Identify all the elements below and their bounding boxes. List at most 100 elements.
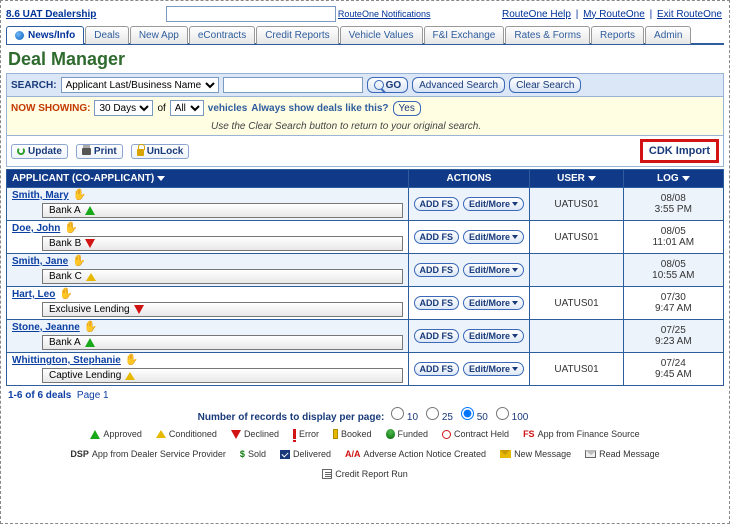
table-row: Whittington, Stephanie ✋ Captive Lending A…	[7, 353, 724, 386]
user-cell	[530, 254, 623, 287]
applicant-link[interactable]: Doe, John	[12, 223, 60, 234]
tab-econtracts[interactable]: eContracts	[189, 26, 255, 44]
search-icon	[374, 80, 384, 90]
notifications-link[interactable]: RouteOne Notifications	[338, 9, 431, 19]
now-showing-bar: NOW SHOWING: 30 Days of All vehicles Alw…	[6, 97, 724, 136]
my-routeone-link[interactable]: My RouteOne	[583, 9, 645, 20]
declined-icon	[85, 239, 95, 248]
user-cell	[530, 320, 623, 353]
add-fs-button[interactable]: ADD FS	[414, 296, 460, 310]
tab-rates-forms[interactable]: Rates & Forms	[505, 26, 590, 44]
hand-icon: ✋	[59, 289, 73, 300]
tab-credit-reports[interactable]: Credit Reports	[256, 26, 338, 44]
bank-chip[interactable]: Bank A	[42, 203, 403, 218]
edit-more-button[interactable]: Edit/More	[463, 362, 524, 376]
add-fs-button[interactable]: ADD FS	[414, 263, 460, 277]
go-button[interactable]: GO	[367, 77, 409, 93]
edit-more-button[interactable]: Edit/More	[463, 296, 524, 310]
applicant-link[interactable]: Hart, Leo	[12, 289, 55, 300]
edit-more-button[interactable]: Edit/More	[463, 263, 524, 277]
log-cell: 07/249:45 AM	[623, 353, 723, 386]
sort-icon	[682, 176, 690, 181]
now-showing-label: NOW SHOWING:	[11, 103, 90, 114]
edit-more-button[interactable]: Edit/More	[463, 197, 524, 211]
applicant-link[interactable]: Whittington, Stephanie	[12, 355, 121, 366]
booked-icon	[333, 429, 338, 439]
funded-icon	[386, 429, 395, 439]
clear-search-hint: Use the Clear Search button to return to…	[11, 121, 719, 132]
tab-f-i-exchange[interactable]: F&I Exchange	[424, 26, 505, 44]
lock-icon	[137, 149, 144, 156]
bank-chip[interactable]: Bank A	[42, 335, 403, 350]
approved-icon	[85, 206, 95, 215]
tab-new-app[interactable]: New App	[130, 26, 188, 44]
chevron-down-icon	[512, 334, 518, 338]
add-fs-button[interactable]: ADD FS	[414, 329, 460, 343]
records-option-25[interactable]: 25	[426, 412, 453, 423]
col-applicant[interactable]: APPLICANT (CO-APPLICANT)	[7, 170, 409, 188]
applicant-link[interactable]: Stone, Jeanne	[12, 322, 80, 333]
search-label: SEARCH:	[11, 80, 57, 91]
clear-search-button[interactable]: Clear Search	[509, 77, 581, 93]
approved-icon	[85, 338, 95, 347]
read-message-icon	[585, 450, 596, 458]
log-cell: 08/083:55 PM	[623, 188, 723, 221]
bank-chip[interactable]: Bank C	[42, 269, 403, 284]
print-icon	[82, 148, 91, 155]
approved-icon	[90, 430, 100, 439]
applicant-link[interactable]: Smith, Jane	[12, 256, 68, 267]
tab-deals[interactable]: Deals	[85, 26, 129, 44]
update-button[interactable]: Update	[11, 144, 68, 159]
dealer-link[interactable]: 8.6 UAT Dealership	[6, 9, 96, 20]
add-fs-button[interactable]: ADD FS	[414, 230, 460, 244]
top-links: RouteOne Help | My RouteOne | Exit Route…	[500, 9, 724, 20]
sold-icon: $	[240, 449, 245, 459]
hold-icon	[442, 430, 451, 439]
cdk-import-button[interactable]: CDK Import	[640, 139, 719, 163]
search-input[interactable]	[223, 77, 363, 93]
records-option-100[interactable]: 100	[496, 412, 528, 423]
table-row: Smith, Jane✋Bank C ADD FSEdit/More08/051…	[7, 254, 724, 287]
bank-chip[interactable]: Captive Lending	[42, 368, 403, 383]
log-cell: 07/259:23 AM	[623, 320, 723, 353]
advanced-search-button[interactable]: Advanced Search	[412, 77, 505, 93]
user-cell: UATUS01	[530, 221, 623, 254]
main-tabs: News/InfoDealsNew AppeContractsCredit Re…	[6, 25, 724, 45]
col-log[interactable]: LOG	[623, 170, 723, 188]
date-range-select[interactable]: 30 Days	[94, 100, 153, 116]
edit-more-button[interactable]: Edit/More	[463, 329, 524, 343]
chevron-down-icon	[512, 367, 518, 371]
hand-icon: ✋	[64, 223, 78, 234]
edit-more-button[interactable]: Edit/More	[463, 230, 524, 244]
help-link[interactable]: RouteOne Help	[502, 9, 571, 20]
bank-chip[interactable]: Bank B	[42, 236, 403, 251]
unlock-button[interactable]: UnLock	[131, 144, 190, 159]
exit-link[interactable]: Exit RouteOne	[657, 9, 722, 20]
col-user[interactable]: USER	[530, 170, 623, 188]
sort-icon	[157, 176, 165, 181]
tab-news-info[interactable]: News/Info	[6, 26, 84, 44]
print-button[interactable]: Print	[76, 144, 123, 159]
user-cell: UATUS01	[530, 287, 623, 320]
vehicles-label: vehicles	[208, 103, 247, 114]
search-bar: SEARCH: Applicant Last/Business Name GO …	[6, 73, 724, 97]
hand-icon: ✋	[125, 355, 139, 366]
applicant-link[interactable]: Smith, Mary	[12, 190, 69, 201]
filter-select[interactable]: All	[170, 100, 204, 116]
search-field-select[interactable]: Applicant Last/Business Name	[61, 77, 219, 93]
yes-button[interactable]: Yes	[393, 101, 421, 116]
tab-admin[interactable]: Admin	[645, 26, 691, 44]
error-icon	[293, 429, 296, 439]
notification-input[interactable]	[166, 6, 336, 22]
add-fs-button[interactable]: ADD FS	[414, 362, 460, 376]
records-option-50[interactable]: 50	[461, 412, 488, 423]
table-row: Smith, Mary✋Bank A ADD FSEdit/MoreUATUS0…	[7, 188, 724, 221]
tab-vehicle-values[interactable]: Vehicle Values	[340, 26, 423, 44]
records-option-10[interactable]: 10	[391, 412, 418, 423]
tab-reports[interactable]: Reports	[591, 26, 644, 44]
add-fs-button[interactable]: ADD FS	[414, 197, 460, 211]
pager-info: 1-6 of 6 deals Page 1	[8, 390, 722, 401]
bank-chip[interactable]: Exclusive Lending	[42, 302, 403, 317]
fs-icon: FS	[523, 429, 535, 439]
action-row: Update Print UnLock CDK Import	[6, 136, 724, 167]
